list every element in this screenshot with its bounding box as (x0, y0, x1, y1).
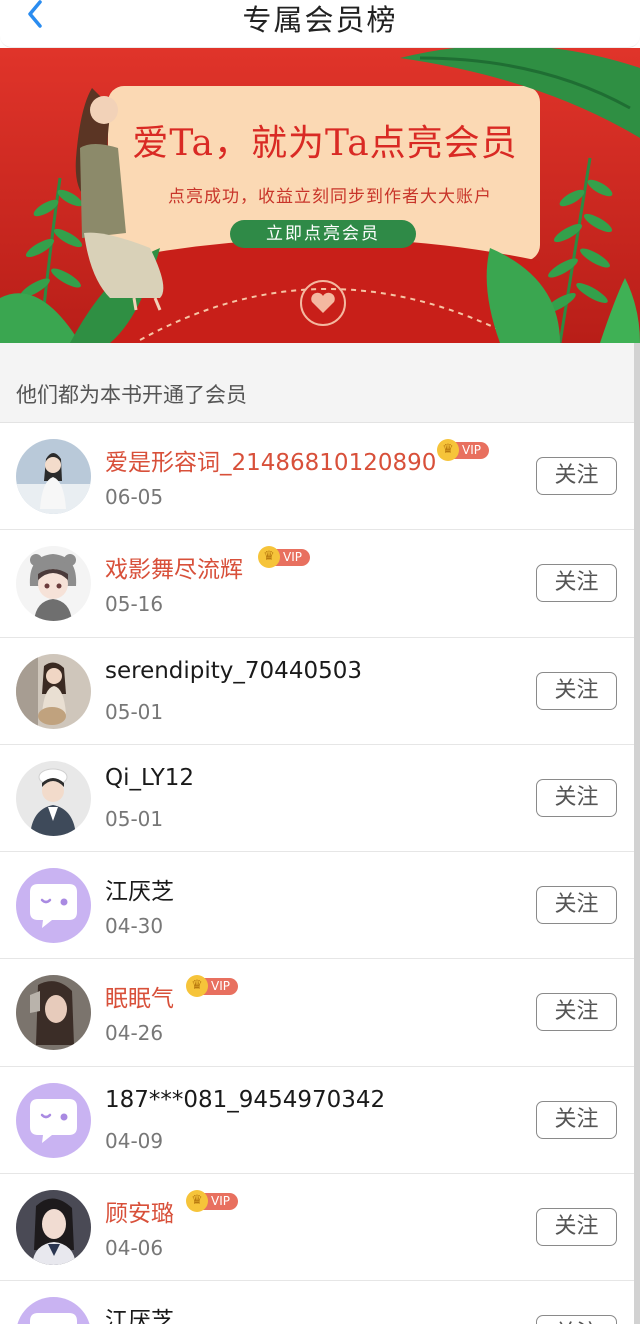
page-title: 专属会员榜 (242, 3, 398, 37)
list-item[interactable]: 187***081_9454970342 04-09 关注 (0, 1066, 640, 1175)
member-name[interactable]: 爱是形容词_21486810120890 (105, 443, 436, 477)
member-date: 05-16 (105, 592, 164, 617)
vip-badge: ♛ VIP (258, 546, 310, 569)
member-name[interactable]: Qi_LY12 (105, 765, 194, 791)
follow-button[interactable]: 关注 (536, 993, 617, 1032)
chat-bubble-icon (16, 868, 91, 944)
page: 专属会员榜 爱Ta，就为Ta点亮会员 点亮成功，收益立刻同步到作者大大账户 立即… (0, 0, 640, 1324)
avatar[interactable] (16, 546, 91, 622)
member-date: 04-06 (105, 1236, 164, 1261)
member-name[interactable]: 戏影舞尽流辉 (105, 550, 243, 584)
vip-badge: ♛ VIP (437, 439, 489, 461)
member-name[interactable]: 187***081_9454970342 (105, 1087, 385, 1113)
scrollbar[interactable] (634, 343, 640, 1324)
avatar[interactable] (16, 1190, 91, 1266)
member-date: 04-26 (105, 1021, 164, 1046)
follow-button[interactable]: 关注 (536, 886, 617, 925)
vip-badge: ♛ VIP (186, 1190, 238, 1213)
member-name[interactable]: 江厌芝 (105, 1301, 174, 1324)
crown-icon: ♛ (437, 439, 459, 461)
follow-button[interactable]: 关注 (536, 778, 617, 817)
follow-button[interactable]: 关注 (536, 1315, 617, 1324)
top-bar: 专属会员榜 (0, 0, 640, 48)
avatar[interactable] (16, 439, 91, 514)
follow-button[interactable]: 关注 (536, 564, 617, 603)
avatar[interactable] (16, 1297, 91, 1324)
member-name[interactable]: serendipity_70440503 (105, 658, 362, 684)
follow-button[interactable]: 关注 (536, 671, 617, 710)
section-header: 他们都为本书开通了会员 (0, 343, 640, 423)
vip-badge: ♛ VIP (186, 975, 238, 998)
member-date: 04-09 (105, 1128, 164, 1153)
banner-title: 爱Ta，就为Ta点亮会员 (132, 123, 518, 164)
member-date: 05-01 (105, 699, 164, 724)
list-item[interactable]: 爱是形容词_21486810120890 ♛ VIP 06-05 关注 (0, 423, 640, 531)
member-date: 04-30 (105, 914, 164, 939)
avatar[interactable] (16, 653, 91, 729)
list-item[interactable]: 江厌芝 04-30 关注 (0, 852, 640, 960)
list-item[interactable]: 顾安璐 ♛ VIP 04-06 关注 (0, 1174, 640, 1282)
list-item[interactable]: 江厌芝 关注 (0, 1281, 640, 1324)
avatar[interactable] (16, 868, 91, 944)
follow-button[interactable]: 关注 (536, 1100, 617, 1139)
avatar[interactable] (16, 760, 91, 836)
member-date: 05-01 (105, 806, 164, 831)
follow-button[interactable]: 关注 (536, 457, 617, 495)
member-date: 06-05 (105, 485, 164, 509)
banner-subtitle: 点亮成功，收益立刻同步到作者大大账户 (168, 187, 492, 207)
avatar[interactable] (16, 975, 91, 1051)
light-up-membership-button[interactable]: 立即点亮会员 (230, 220, 416, 248)
promo-banner[interactable]: 爱Ta，就为Ta点亮会员 点亮成功，收益立刻同步到作者大大账户 立即点亮会员 (0, 48, 640, 343)
chat-bubble-icon (16, 1082, 91, 1158)
list-item[interactable]: 戏影舞尽流辉 ♛ VIP 05-16 关注 (0, 530, 640, 638)
member-name[interactable]: 眠眠气 (105, 979, 174, 1013)
list-item[interactable]: 眠眠气 ♛ VIP 04-26 关注 (0, 959, 640, 1067)
list-item[interactable]: Qi_LY12 05-01 关注 (0, 744, 640, 853)
follow-button[interactable]: 关注 (536, 1208, 617, 1247)
crown-icon: ♛ (186, 1190, 208, 1213)
member-name[interactable]: 顾安璐 (105, 1194, 174, 1228)
section-title: 他们都为本书开通了会员 (16, 383, 247, 407)
list-item[interactable]: serendipity_70440503 05-01 关注 (0, 637, 640, 745)
member-list: 爱是形容词_21486810120890 ♛ VIP 06-05 关注 戏影舞尽… (0, 423, 640, 1324)
avatar[interactable] (16, 1082, 91, 1158)
member-name[interactable]: 江厌芝 (105, 872, 174, 906)
chat-bubble-icon (16, 1297, 91, 1324)
